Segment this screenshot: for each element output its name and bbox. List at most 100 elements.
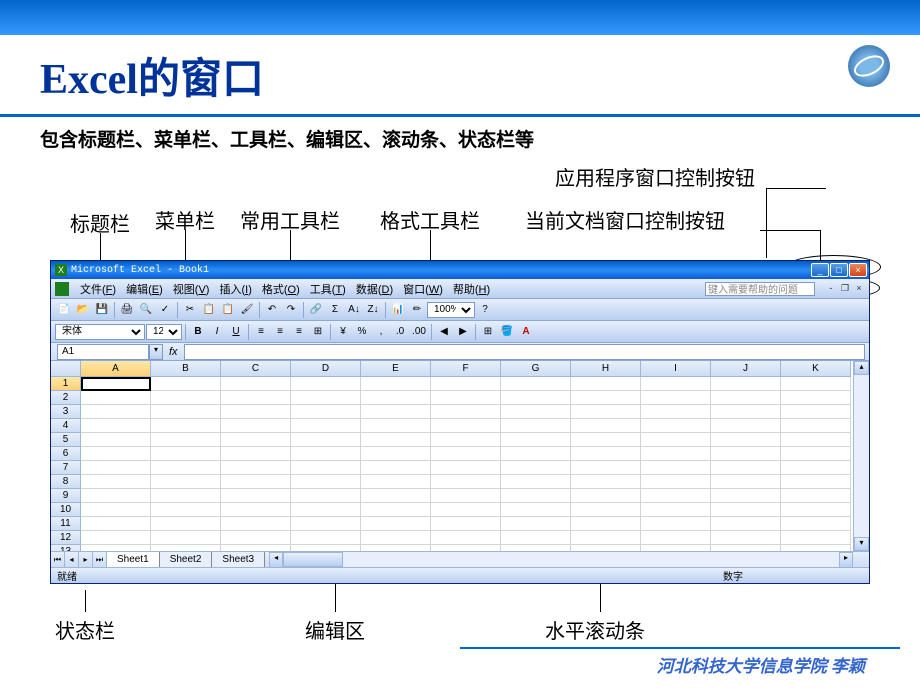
cell-D4[interactable] <box>291 419 361 433</box>
row-header-12[interactable]: 12 <box>51 531 81 545</box>
tab-next-icon[interactable]: ▸ <box>79 552 93 568</box>
copy-icon[interactable]: 📋 <box>200 301 218 319</box>
cell-G12[interactable] <box>501 531 571 545</box>
font-color-icon[interactable]: A <box>517 323 535 341</box>
row-header-1[interactable]: 1 <box>51 377 81 391</box>
cell-D8[interactable] <box>291 475 361 489</box>
cell-B9[interactable] <box>151 489 221 503</box>
cell-F3[interactable] <box>431 405 501 419</box>
cell-J9[interactable] <box>711 489 781 503</box>
row-header-11[interactable]: 11 <box>51 517 81 531</box>
cell-E10[interactable] <box>361 503 431 517</box>
cell-J5[interactable] <box>711 433 781 447</box>
cell-E9[interactable] <box>361 489 431 503</box>
cell-C7[interactable] <box>221 461 291 475</box>
cell-H5[interactable] <box>571 433 641 447</box>
cell-F6[interactable] <box>431 447 501 461</box>
cell-H9[interactable] <box>571 489 641 503</box>
paste-icon[interactable]: 📋 <box>219 301 237 319</box>
cell-C2[interactable] <box>221 391 291 405</box>
menu-o[interactable]: 格式(O) <box>257 279 305 299</box>
menu-v[interactable]: 视图(V) <box>168 279 215 299</box>
cell-A4[interactable] <box>81 419 151 433</box>
cell-H2[interactable] <box>571 391 641 405</box>
cell-K6[interactable] <box>781 447 851 461</box>
cell-H3[interactable] <box>571 405 641 419</box>
cell-E8[interactable] <box>361 475 431 489</box>
merge-center-icon[interactable]: ⊞ <box>309 323 327 341</box>
cell-F2[interactable] <box>431 391 501 405</box>
cell-F7[interactable] <box>431 461 501 475</box>
cell-J12[interactable] <box>711 531 781 545</box>
cell-K3[interactable] <box>781 405 851 419</box>
help-icon[interactable]: ? <box>476 301 494 319</box>
formula-input[interactable] <box>184 344 865 360</box>
borders-icon[interactable]: ⊞ <box>479 323 497 341</box>
cut-icon[interactable]: ✂ <box>181 301 199 319</box>
cell-K13[interactable] <box>781 545 851 551</box>
cell-K11[interactable] <box>781 517 851 531</box>
cell-I13[interactable] <box>641 545 711 551</box>
cell-H4[interactable] <box>571 419 641 433</box>
cell-C8[interactable] <box>221 475 291 489</box>
cell-J1[interactable] <box>711 377 781 391</box>
cell-B1[interactable] <box>151 377 221 391</box>
name-box[interactable]: A1 <box>57 344 149 360</box>
cell-D3[interactable] <box>291 405 361 419</box>
cell-I1[interactable] <box>641 377 711 391</box>
align-center-icon[interactable]: ≡ <box>271 323 289 341</box>
cell-I6[interactable] <box>641 447 711 461</box>
cell-E6[interactable] <box>361 447 431 461</box>
cell-D2[interactable] <box>291 391 361 405</box>
comma-icon[interactable]: , <box>372 323 390 341</box>
print-icon[interactable]: 🖨 <box>118 301 136 319</box>
cell-G11[interactable] <box>501 517 571 531</box>
col-header-G[interactable]: G <box>501 361 571 377</box>
tab-last-icon[interactable]: ⏭ <box>93 552 107 568</box>
tab-prev-icon[interactable]: ◂ <box>65 552 79 568</box>
row-header-4[interactable]: 4 <box>51 419 81 433</box>
save-icon[interactable]: 💾 <box>93 301 111 319</box>
italic-icon[interactable]: I <box>208 323 226 341</box>
cell-D12[interactable] <box>291 531 361 545</box>
cell-E7[interactable] <box>361 461 431 475</box>
cell-F1[interactable] <box>431 377 501 391</box>
sheet-tab-sheet1[interactable]: Sheet1 <box>107 552 160 567</box>
cell-K12[interactable] <box>781 531 851 545</box>
preview-icon[interactable]: 🔍 <box>137 301 155 319</box>
row-header-10[interactable]: 10 <box>51 503 81 517</box>
cell-K1[interactable] <box>781 377 851 391</box>
doc-minimize-button[interactable]: - <box>825 283 837 295</box>
cell-G2[interactable] <box>501 391 571 405</box>
autosum-icon[interactable]: Σ <box>326 301 344 319</box>
maximize-button[interactable]: □ <box>830 263 848 277</box>
cell-I12[interactable] <box>641 531 711 545</box>
cell-G6[interactable] <box>501 447 571 461</box>
cell-I10[interactable] <box>641 503 711 517</box>
col-header-D[interactable]: D <box>291 361 361 377</box>
cell-K9[interactable] <box>781 489 851 503</box>
col-header-F[interactable]: F <box>431 361 501 377</box>
underline-icon[interactable]: U <box>227 323 245 341</box>
cell-C10[interactable] <box>221 503 291 517</box>
horizontal-scrollbar[interactable]: ◂ ▸ <box>269 552 853 567</box>
row-header-8[interactable]: 8 <box>51 475 81 489</box>
font-name-select[interactable]: 宋体 <box>55 324 145 340</box>
col-header-C[interactable]: C <box>221 361 291 377</box>
chart-icon[interactable]: 📊 <box>389 301 407 319</box>
col-header-E[interactable]: E <box>361 361 431 377</box>
cell-J6[interactable] <box>711 447 781 461</box>
cell-A3[interactable] <box>81 405 151 419</box>
cell-K2[interactable] <box>781 391 851 405</box>
cell-G5[interactable] <box>501 433 571 447</box>
titlebar[interactable]: X Microsoft Excel - Book1 _ □ × <box>51 261 869 279</box>
col-header-H[interactable]: H <box>571 361 641 377</box>
cell-H8[interactable] <box>571 475 641 489</box>
hyperlink-icon[interactable]: 🔗 <box>307 301 325 319</box>
new-icon[interactable]: 📄 <box>55 301 73 319</box>
cell-C9[interactable] <box>221 489 291 503</box>
cell-D10[interactable] <box>291 503 361 517</box>
cell-D13[interactable] <box>291 545 361 551</box>
row-header-7[interactable]: 7 <box>51 461 81 475</box>
cell-E13[interactable] <box>361 545 431 551</box>
